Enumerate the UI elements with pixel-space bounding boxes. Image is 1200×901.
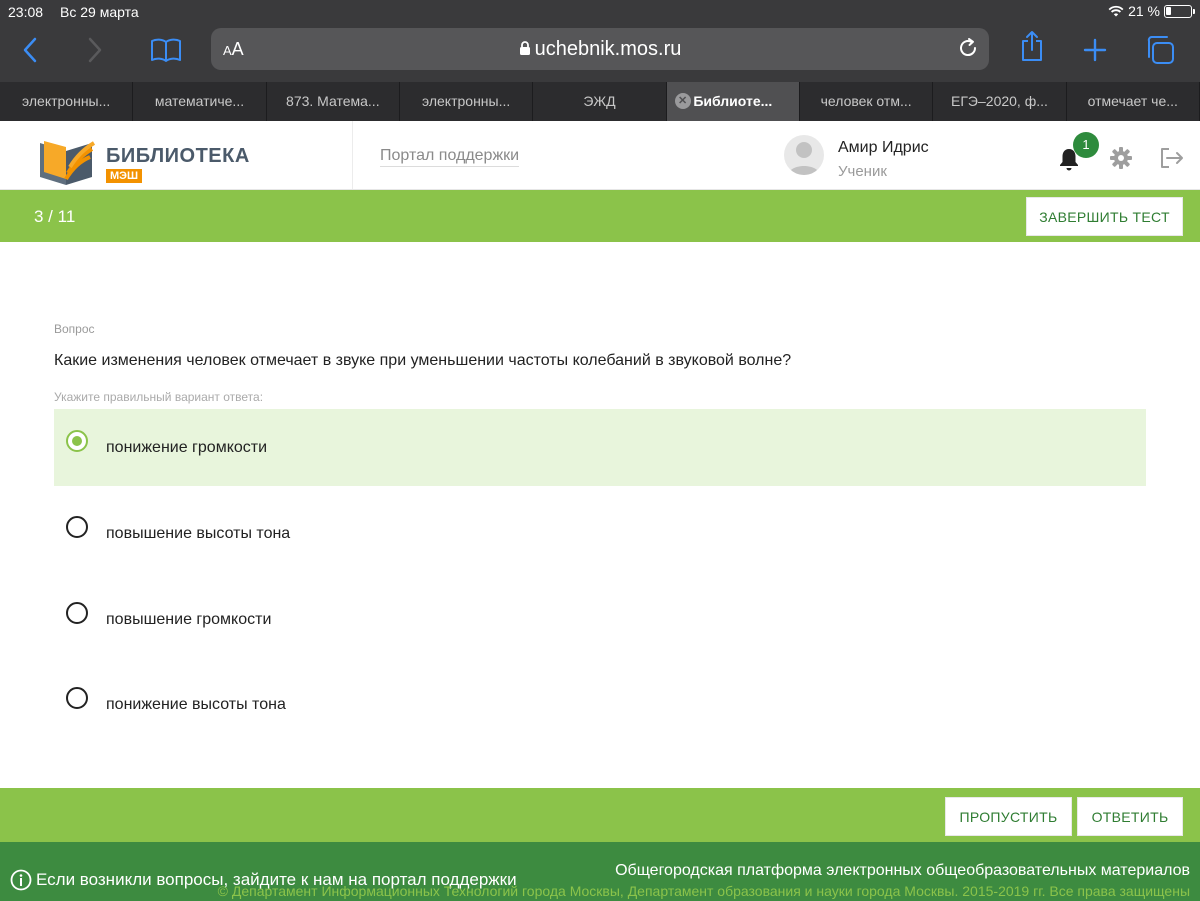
tab-label: электронны... [22,93,111,109]
support-portal-link[interactable]: Портал поддержки [380,147,520,167]
browser-toolbar: AA uchebnik.mos.ru [0,24,1200,82]
close-tab-icon[interactable]: ✕ [674,93,691,109]
new-tab-icon[interactable] [1083,36,1107,64]
battery-percent: 21 % [1128,3,1160,19]
tab-label: Библиоте... [693,93,773,109]
answer-option[interactable]: понижение громкости [54,409,1146,486]
browser-tabs: электронны... математиче... 873. Матема.… [0,82,1200,121]
share-icon[interactable] [1019,31,1045,61]
question-text: Какие изменения человек отмечает в звуке… [54,352,792,369]
url-field[interactable]: uchebnik.mos.ru [211,38,989,61]
back-icon[interactable] [22,36,38,64]
answer-option-text: повышение громкости [106,611,272,628]
browser-tab[interactable]: электронны... [0,82,134,121]
answer-option-text: понижение громкости [106,439,268,456]
answer-option[interactable]: повышение высоты тона [54,495,1146,572]
browser-tab[interactable]: электронны... [400,82,534,121]
radio-button[interactable] [66,516,88,538]
footer-platform-text: Общегородская платформа электронных обще… [615,862,1190,879]
logout-icon[interactable] [1159,146,1185,170]
browser-tab[interactable]: отмечает че... [1067,82,1200,121]
tab-label: ЭЖД [583,93,616,109]
browser-tab[interactable]: математиче... [133,82,267,121]
user-role: Ученик [838,163,887,180]
url-text: uchebnik.mos.ru [534,38,682,60]
status-time: 23:08 [8,4,44,20]
footer: Если возникли вопросы, зайдите к нам на … [0,842,1200,901]
header-divider [352,121,353,189]
notification-badge: 1 [1073,132,1099,158]
footer-copyright: © Департамент Информационных Технологий … [217,883,1190,899]
answer-option-text: повышение высоты тона [106,525,291,542]
gear-icon[interactable] [1109,146,1133,170]
skip-button[interactable]: ПРОПУСТИТЬ [945,797,1072,836]
browser-tab[interactable]: человек отм... [800,82,934,121]
question-counter: 3 / 11 [34,207,76,226]
answer-option-text: понижение высоты тона [106,696,286,713]
tab-label: математиче... [154,93,245,109]
browser-tab[interactable]: 873. Матема... [267,82,400,121]
answer-option[interactable]: понижение высоты тона [54,666,1146,743]
tab-label: 873. Матема... [286,93,380,109]
tabs-overview-icon[interactable] [1145,36,1175,64]
tab-label: электронны... [422,93,511,109]
tab-label: ЕГЭ–2020, ф... [951,93,1048,109]
site-header: БИБЛИОТЕКА МЭШ Портал поддержки Амир Идр… [0,121,1200,190]
wifi-icon [1108,5,1124,17]
answer-button[interactable]: ОТВЕТИТЬ [1077,797,1183,836]
browser-tab-active[interactable]: ✕ Библиоте... [666,82,800,121]
logo-title: БИБЛИОТЕКА [106,145,250,167]
browser-tab[interactable]: ЭЖД [533,82,667,121]
lock-icon [519,41,530,55]
battery-icon [1164,4,1195,18]
avatar[interactable] [784,135,824,175]
user-avatar-icon [788,142,820,175]
tab-label: отмечает че... [1087,93,1178,109]
book-logo-icon [40,141,96,185]
logo-subtitle: МЭШ [106,169,143,183]
tab-label: человек отм... [820,93,912,109]
status-bar: 23:08 Вс 29 марта 21 % [0,0,1200,24]
action-bar: ПРОПУСТИТЬ ОТВЕТИТЬ [0,788,1200,842]
radio-button[interactable] [66,687,88,709]
finish-test-button[interactable]: ЗАВЕРШИТЬ ТЕСТ [1026,197,1183,236]
reload-icon[interactable] [957,37,979,59]
test-progress-bar: 3 / 11 ЗАВЕРШИТЬ ТЕСТ [0,190,1200,242]
radio-button[interactable] [66,430,88,452]
user-name[interactable]: Амир Идрис [838,139,929,157]
status-date: Вс 29 марта [60,4,139,20]
library-logo[interactable]: БИБЛИОТЕКА МЭШ [36,129,249,185]
address-bar[interactable]: AA uchebnik.mos.ru [211,28,989,70]
bookmarks-icon[interactable] [150,36,182,64]
radio-button[interactable] [66,602,88,624]
question-hint: Укажите правильный вариант ответа: [54,390,264,404]
answer-option[interactable]: повышение громкости [54,581,1146,658]
browser-tab[interactable]: ЕГЭ–2020, ф... [933,82,1067,121]
info-icon [10,869,32,891]
question-label: Вопрос [54,322,95,336]
forward-icon[interactable] [87,36,103,64]
status-right: 21 % [1108,3,1195,19]
